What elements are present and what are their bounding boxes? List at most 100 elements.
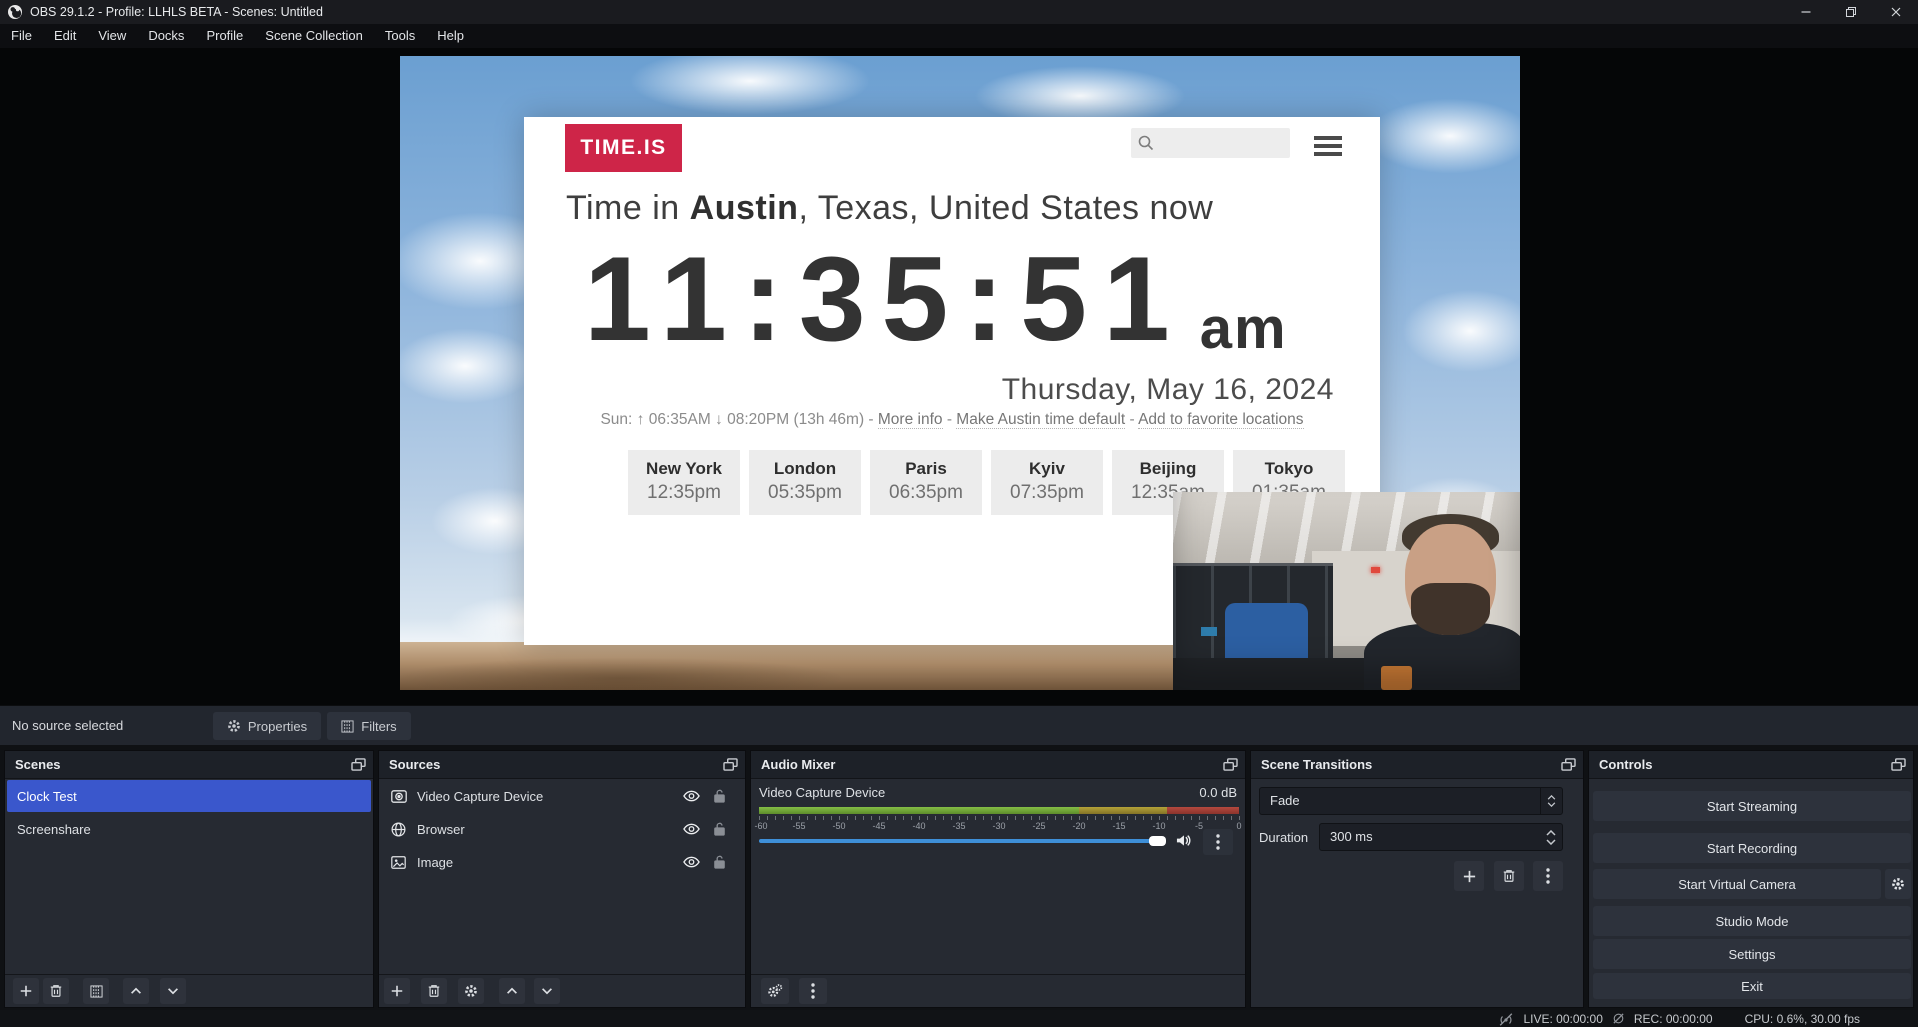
unlock-icon[interactable] (713, 855, 726, 869)
cloud (590, 56, 910, 126)
start-streaming-button[interactable]: Start Streaming (1593, 791, 1911, 821)
chevron-down-icon (166, 984, 180, 998)
remove-source-button[interactable] (421, 978, 447, 1004)
settings-button[interactable]: Settings (1593, 939, 1911, 969)
menu-item-help[interactable]: Help (426, 24, 475, 48)
spinner-down-icon (1547, 802, 1556, 807)
menu-item-scene-collection[interactable]: Scene Collection (254, 24, 374, 48)
transition-options-button[interactable] (1533, 861, 1563, 891)
add-scene-button[interactable] (13, 978, 39, 1004)
city-card[interactable]: New York 12:35pm (628, 450, 740, 515)
advanced-audio-button[interactable] (761, 978, 789, 1004)
meter-tick-label: -55 (792, 821, 805, 831)
city-name: Paris (870, 459, 982, 479)
scene-item-screenshare[interactable]: Screenshare (7, 813, 371, 845)
mixer-options-button[interactable] (1203, 829, 1233, 855)
remove-scene-button[interactable] (43, 978, 69, 1004)
stream-inactive-icon (1498, 1012, 1514, 1026)
mixer-menu-button[interactable] (799, 978, 827, 1004)
link-add-favorite[interactable]: Add to favorite locations (1138, 411, 1303, 429)
trash-icon (427, 984, 441, 998)
filters-button[interactable]: Filters (327, 712, 411, 740)
close-button[interactable] (1873, 0, 1918, 24)
dots-icon (811, 983, 815, 999)
meter-tick-label: -60 (754, 821, 767, 831)
move-source-up-button[interactable] (499, 978, 525, 1004)
combo-arrows[interactable] (1540, 788, 1562, 814)
source-item-video-capture[interactable]: Video Capture Device (381, 780, 743, 812)
meter-tick-label: -20 (1072, 821, 1085, 831)
start-recording-button[interactable]: Start Recording (1593, 833, 1911, 863)
meter-tick-label: -35 (952, 821, 965, 831)
hamburger-menu-icon[interactable] (1314, 136, 1342, 158)
menu-item-edit[interactable]: Edit (43, 24, 87, 48)
panel-title: Sources (389, 751, 440, 779)
popout-icon[interactable] (1891, 758, 1906, 771)
preview-area: TIME.IS Time in Austin, Texas, United St… (0, 48, 1918, 705)
volume-slider[interactable] (759, 839, 1151, 843)
search-input[interactable] (1131, 128, 1290, 158)
start-virtual-camera-button[interactable]: Start Virtual Camera (1593, 869, 1881, 899)
menu-bar: File Edit View Docks Profile Scene Colle… (0, 24, 1918, 48)
move-scene-up-button[interactable] (123, 978, 149, 1004)
cpu-status: CPU: 0.6%, 30.00 fps (1745, 1012, 1860, 1026)
city-card[interactable]: London 05:35pm (749, 450, 861, 515)
chevron-up-icon (129, 984, 143, 998)
scene-item-clock-test[interactable]: Clock Test (7, 780, 371, 812)
source-item-image[interactable]: Image (381, 846, 743, 878)
source-item-browser[interactable]: Browser (381, 813, 743, 845)
add-source-button[interactable] (384, 978, 410, 1004)
program-canvas[interactable]: TIME.IS Time in Austin, Texas, United St… (400, 56, 1520, 690)
link-make-default[interactable]: Make Austin time default (956, 411, 1125, 429)
city-card[interactable]: Paris 06:35pm (870, 450, 982, 515)
virtual-camera-settings-button[interactable] (1885, 869, 1911, 899)
trash-icon (1502, 869, 1516, 883)
menu-item-tools[interactable]: Tools (374, 24, 426, 48)
panel-title: Scenes (15, 751, 61, 779)
timeis-logo[interactable]: TIME.IS (565, 124, 682, 172)
restore-button[interactable] (1828, 0, 1873, 24)
popout-icon[interactable] (723, 758, 738, 771)
obs-window: OBS 29.1.2 - Profile: LLHLS BETA - Scene… (0, 0, 1918, 1027)
city-card[interactable]: Kyiv 07:35pm (991, 450, 1103, 515)
link-more-info[interactable]: More info (878, 411, 943, 429)
plus-icon (390, 984, 404, 998)
volume-meter (759, 807, 1239, 814)
panel-scenes: Scenes Clock Test Screenshare (4, 750, 374, 1008)
studio-mode-button[interactable]: Studio Mode (1593, 906, 1911, 936)
menu-item-file[interactable]: File (0, 24, 43, 48)
source-properties-button[interactable] (458, 978, 484, 1004)
eye-icon[interactable] (683, 856, 700, 868)
live-status: LIVE: 00:00:00 (1523, 1012, 1602, 1026)
unlock-icon[interactable] (713, 789, 726, 803)
scene-filters-button[interactable] (83, 978, 109, 1004)
remove-transition-button[interactable] (1494, 861, 1524, 891)
menu-item-docks[interactable]: Docks (137, 24, 195, 48)
speaker-icon[interactable] (1175, 833, 1192, 848)
eye-icon[interactable] (683, 823, 700, 835)
spinner-arrows[interactable] (1546, 824, 1556, 850)
gear-icon (464, 984, 478, 998)
unlock-icon[interactable] (713, 822, 726, 836)
menu-item-profile[interactable]: Profile (195, 24, 254, 48)
transition-select[interactable]: Fade (1259, 787, 1563, 815)
menu-item-view[interactable]: View (87, 24, 137, 48)
popout-icon[interactable] (1223, 758, 1238, 771)
duration-spinner[interactable]: 300 ms (1319, 823, 1563, 851)
popout-icon[interactable] (1561, 758, 1576, 771)
move-source-down-button[interactable] (534, 978, 560, 1004)
move-scene-down-button[interactable] (160, 978, 186, 1004)
volume-slider-handle[interactable] (1149, 836, 1166, 846)
properties-button[interactable]: Properties (213, 712, 321, 740)
popout-icon[interactable] (351, 758, 366, 771)
toolbar-status-text: No source selected (12, 706, 123, 746)
globe-icon (391, 822, 408, 837)
add-transition-button[interactable] (1454, 861, 1484, 891)
minimize-button[interactable] (1783, 0, 1828, 24)
rec-inactive-icon (1612, 1012, 1625, 1025)
eye-icon[interactable] (683, 790, 700, 802)
webcam-overlay[interactable] (1173, 492, 1520, 690)
exit-button[interactable]: Exit (1593, 973, 1911, 999)
filter-icon (341, 720, 354, 733)
meter-tick-label: -50 (832, 821, 845, 831)
